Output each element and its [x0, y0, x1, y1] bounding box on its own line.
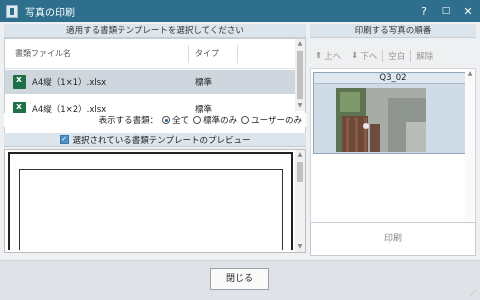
move-up-label: 上へ — [324, 52, 342, 62]
radio-selected-icon[interactable] — [162, 116, 171, 124]
excel-file-icon — [13, 102, 26, 113]
window-title: 写真の印刷 — [25, 7, 75, 19]
photo-item[interactable]: Q3_02 — [313, 72, 473, 154]
template-filter: 表示する書類： 全て 標準のみ ユーザーのみ — [4, 113, 306, 127]
template-row[interactable]: A4縦（1×2）.xlsx 標準 — [5, 99, 295, 113]
template-list-header: 書類ファイル名 タイプ — [5, 39, 295, 69]
template-type: 標準 — [195, 105, 213, 113]
preview-page-outline — [19, 169, 283, 250]
filter-option-label: 全て — [172, 116, 190, 126]
template-preview: ▲ ▼ — [4, 149, 306, 253]
arrow-down-icon: ⬇ — [351, 51, 359, 61]
filter-option-label: 標準のみ — [203, 116, 238, 126]
excel-file-icon — [13, 75, 26, 89]
remove-button[interactable]: 解除 — [411, 48, 438, 64]
photo-thumbnail-image — [336, 88, 426, 152]
dialog-footer: 閉じる ⋰ — [0, 260, 480, 300]
column-header-filename[interactable]: 書類ファイル名 — [15, 48, 71, 59]
template-type: 標準 — [195, 78, 213, 88]
order-panel-header: 印刷する写真の順番 — [310, 24, 476, 38]
close-window-button[interactable]: ✕ — [456, 0, 480, 22]
scroll-thumb[interactable] — [297, 162, 303, 182]
dialog-body: 適用する書類テンプレートを選択してください 書類ファイル名 タイプ A4縦（1×… — [0, 22, 480, 300]
move-up-button[interactable]: ⬆ 上へ — [310, 48, 346, 64]
column-divider[interactable] — [188, 45, 189, 63]
scroll-up-icon[interactable]: ▲ — [295, 39, 305, 49]
column-header-type[interactable]: タイプ — [195, 48, 219, 59]
template-file-name: A4縦（1×1）.xlsx — [32, 78, 107, 88]
order-toolbar: ⬆ 上へ ⬇ 下へ 空白 解除 — [310, 46, 476, 66]
app-icon — [6, 4, 18, 18]
filter-option-label: ユーザーのみ — [251, 116, 302, 126]
template-list-scrollbar[interactable]: ▲ ▼ — [295, 39, 305, 111]
filter-label: 表示する書類： — [98, 116, 159, 126]
checkbox-checked-icon[interactable]: ✓ — [59, 135, 69, 144]
preview-scrollbar[interactable]: ▲ ▼ — [295, 150, 305, 252]
preview-header[interactable]: ✓ 選択されている書類テンプレートのプレビュー — [4, 133, 306, 147]
column-divider[interactable] — [237, 45, 238, 63]
move-down-label: 下へ — [360, 52, 378, 62]
print-button[interactable]: 印刷 — [310, 222, 476, 256]
help-button[interactable]: ? — [412, 0, 436, 22]
filter-option-standard[interactable]: 標準のみ — [193, 114, 237, 126]
photo-thumbnail[interactable] — [336, 88, 426, 152]
photo-caption: Q3_02 — [314, 73, 472, 84]
filter-option-all[interactable]: 全て — [162, 114, 189, 126]
radio-icon[interactable] — [241, 116, 250, 124]
scroll-down-icon[interactable]: ▼ — [295, 242, 305, 252]
template-file-name: A4縦（1×2）.xlsx — [32, 105, 107, 113]
scroll-up-icon[interactable]: ▲ — [465, 69, 475, 79]
radio-icon[interactable] — [193, 116, 202, 124]
preview-header-label: 選択されている書類テンプレートのプレビュー — [72, 135, 251, 146]
scroll-thumb[interactable] — [297, 51, 303, 99]
close-button[interactable]: 閉じる — [210, 268, 269, 290]
order-scrollbar[interactable]: ▲ — [465, 69, 475, 247]
filter-option-user[interactable]: ユーザーのみ — [241, 114, 302, 126]
arrow-up-icon: ⬆ — [315, 51, 323, 61]
maximize-button[interactable]: □ — [434, 0, 458, 22]
scroll-down-icon[interactable]: ▼ — [295, 101, 305, 111]
template-row[interactable]: A4縦（1×1）.xlsx 標準 — [5, 70, 295, 94]
move-down-button[interactable]: ⬇ 下へ — [346, 48, 382, 64]
template-panel-header: 適用する書類テンプレートを選択してください — [4, 24, 306, 38]
title-bar: 写真の印刷 ? □ ✕ — [0, 0, 480, 22]
photo-order-list[interactable]: Q3_02 ▲ — [310, 68, 476, 248]
resize-grip-icon[interactable]: ⋰ — [470, 289, 477, 297]
scroll-up-icon[interactable]: ▲ — [295, 150, 305, 160]
blank-button[interactable]: 空白 — [383, 48, 410, 64]
